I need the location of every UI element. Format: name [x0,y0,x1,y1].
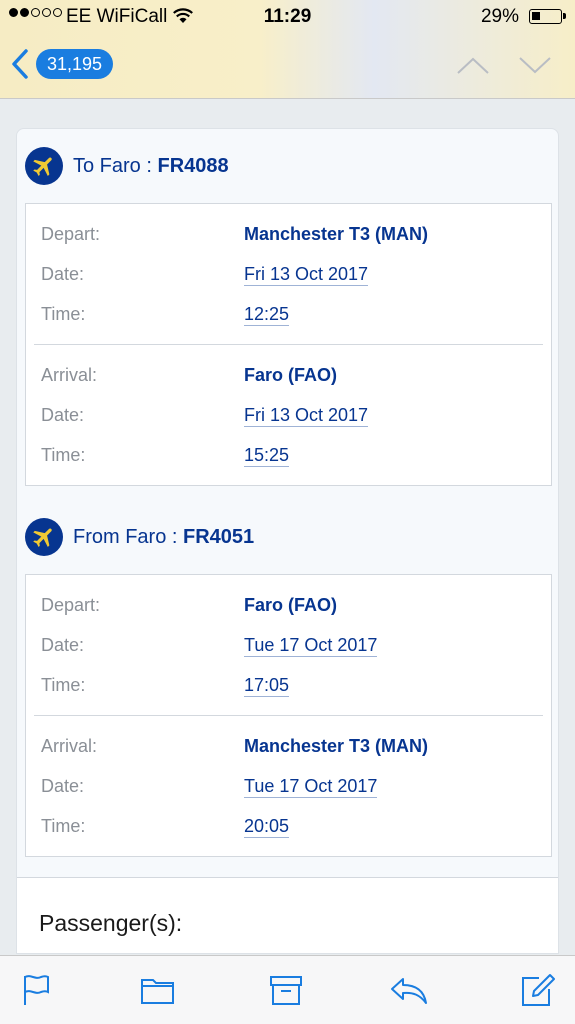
next-message-button[interactable] [517,52,553,78]
chevron-up-icon [457,57,489,74]
archive-icon [270,976,302,1005]
date-label: Date: [41,634,85,655]
outbound-flight: To Faro : FR4088 Depart: Manchester T3 (… [17,129,558,486]
time-label: Time: [41,444,86,465]
time-label: Time: [41,303,86,324]
flag-button[interactable] [16,970,56,1010]
move-to-folder-button[interactable] [138,970,178,1010]
flight-direction: From Faro : [73,525,184,548]
date-row: Date: Fri 13 Oct 2017 [34,395,543,435]
reply-button[interactable] [389,970,429,1010]
chevron-left-icon [12,49,28,79]
flight-title: To Faro : FR4088 [73,155,229,178]
back-button[interactable]: 31,195 [10,48,114,80]
battery-percent: 29% [480,6,519,27]
bottom-toolbar [0,955,575,1024]
time-label: Time: [41,815,86,836]
airplane-icon [25,147,63,185]
date-row: Date: Tue 17 Oct 2017 [26,625,551,665]
time-label: Time: [41,674,86,695]
arrival-time-link[interactable]: 20:05 [244,815,290,838]
flight-direction: To Faro : [73,154,158,177]
time-row: Time: 15:25 [34,435,543,475]
depart-row: Depart: Manchester T3 (MAN) [26,214,551,254]
arrival-row: Arrival: Manchester T3 (MAN) [34,726,543,766]
flight-details-box: Depart: Manchester T3 (MAN) Date: Fri 13… [25,203,552,486]
depart-label: Depart: [41,223,101,244]
return-flight: From Faro : FR4051 Depart: Faro (FAO) Da… [17,500,558,857]
date-row: Date: Fri 13 Oct 2017 [26,254,551,294]
depart-airport: Faro (FAO) [244,594,337,615]
arrival-airport: Manchester T3 (MAN) [244,735,429,756]
status-bar: EE WiFiCall 11:29 29% [0,0,575,34]
arrival-row: Arrival: Faro (FAO) [34,355,543,395]
previous-message-button[interactable] [455,52,491,78]
flight-details-box: Depart: Faro (FAO) Date: Tue 17 Oct 2017… [25,574,552,857]
passengers-heading: Passenger(s): [39,910,183,936]
depart-leg: Depart: Manchester T3 (MAN) Date: Fri 13… [26,204,551,344]
depart-row: Depart: Faro (FAO) [26,585,551,625]
time-row: Time: 12:25 [26,294,551,334]
arrival-leg: Arrival: Faro (FAO) Date: Fri 13 Oct 201… [34,344,543,485]
arrival-date-link[interactable]: Fri 13 Oct 2017 [244,404,369,427]
folder-icon [141,979,174,1004]
email-body: To Faro : FR4088 Depart: Manchester T3 (… [16,128,559,954]
navigation-bar: 31,195 [0,34,575,99]
flight-header: To Faro : FR4088 [25,129,550,203]
flight-title: From Faro : FR4051 [73,526,254,549]
arrival-leg: Arrival: Manchester T3 (MAN) Date: Tue 1… [34,715,543,856]
unread-count-badge: 31,195 [36,49,114,79]
depart-label: Depart: [41,594,101,615]
depart-airport: Manchester T3 (MAN) [244,223,429,244]
depart-leg: Depart: Faro (FAO) Date: Tue 17 Oct 2017… [26,575,551,715]
date-row: Date: Tue 17 Oct 2017 [34,766,543,806]
archive-button[interactable] [266,970,306,1010]
depart-time-link[interactable]: 17:05 [244,674,290,697]
depart-date-link[interactable]: Fri 13 Oct 2017 [244,263,369,286]
date-label: Date: [41,404,85,425]
passenger-section: Passenger(s): [17,878,558,953]
flight-header: From Faro : FR4051 [25,500,550,574]
depart-time-link[interactable]: 12:25 [244,303,290,326]
flag-icon [24,975,49,1005]
arrival-time-link[interactable]: 15:25 [244,444,290,467]
arrival-label: Arrival: [41,735,98,756]
date-label: Date: [41,263,85,284]
flight-number: FR4051 [183,525,255,548]
time-row: Time: 17:05 [26,665,551,705]
reply-icon [391,978,427,1004]
compose-icon [522,974,555,1006]
arrival-date-link[interactable]: Tue 17 Oct 2017 [244,775,378,798]
arrival-airport: Faro (FAO) [244,364,337,385]
date-label: Date: [41,775,85,796]
depart-date-link[interactable]: Tue 17 Oct 2017 [244,634,378,657]
battery-icon [529,9,566,24]
airplane-icon [25,518,63,556]
flight-number: FR4088 [157,154,229,177]
compose-button[interactable] [517,970,557,1010]
arrival-label: Arrival: [41,364,98,385]
chevron-down-icon [519,57,551,74]
time-row: Time: 20:05 [34,806,543,846]
